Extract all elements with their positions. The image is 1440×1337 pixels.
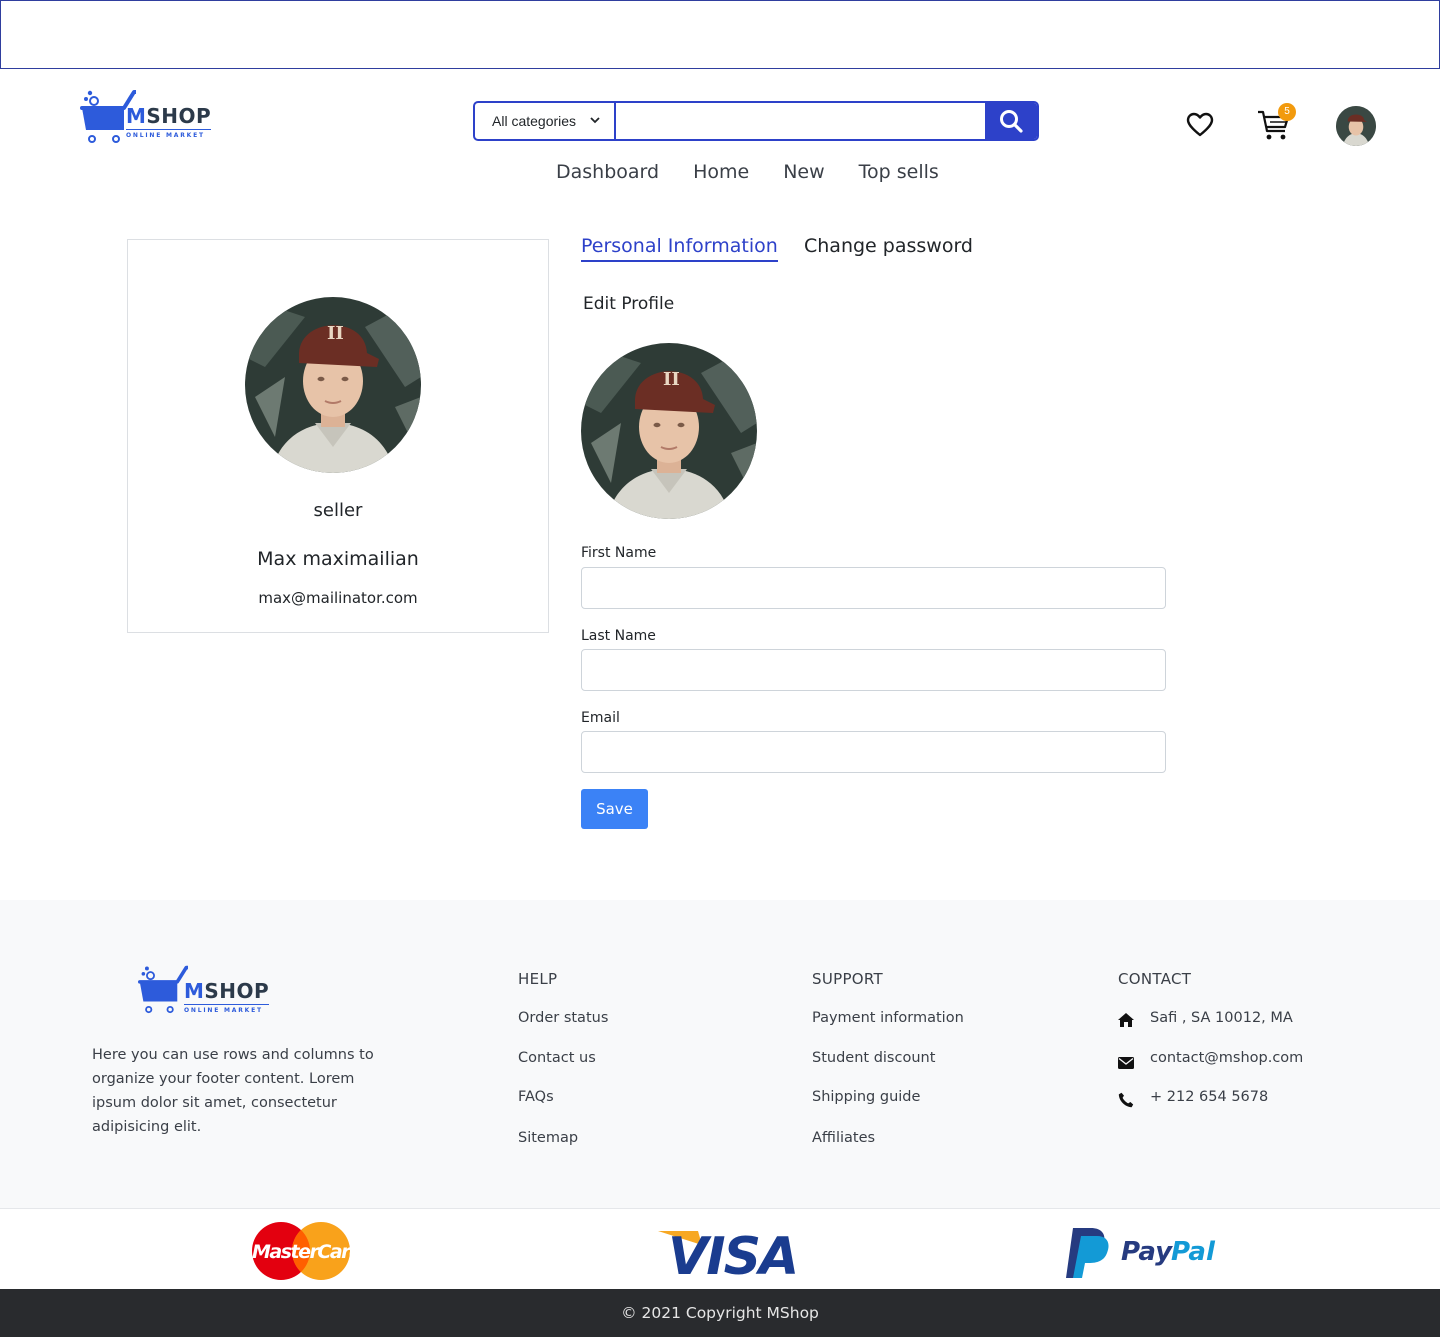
profile-role: seller bbox=[313, 500, 363, 521]
profile-name: Max maximailian bbox=[257, 548, 419, 570]
user-avatar[interactable] bbox=[1336, 106, 1376, 146]
edit-profile-title: Edit Profile bbox=[583, 294, 675, 314]
payment-methods: MasterCard VISA Pay Pal bbox=[0, 1208, 1440, 1289]
svg-text:II: II bbox=[327, 323, 344, 344]
visa-wordmark: VISA bbox=[668, 1227, 797, 1279]
category-select[interactable]: All categories bbox=[475, 103, 616, 139]
envelope-icon bbox=[1118, 1054, 1134, 1070]
avatar-photo bbox=[1336, 106, 1376, 146]
nav-item-new[interactable]: New bbox=[783, 160, 824, 184]
footer-link-contact-us[interactable]: Contact us bbox=[518, 1050, 596, 1066]
chevron-down-icon bbox=[590, 116, 600, 127]
phone-icon bbox=[1118, 1092, 1134, 1108]
nav-item-top-sells[interactable]: Top sells bbox=[859, 160, 939, 184]
header-logo[interactable]: MSHOP ONLINE MARKET bbox=[80, 88, 212, 143]
contact-address: Safi , SA 10012, MA bbox=[1150, 1010, 1293, 1026]
footer-link-payment-information[interactable]: Payment information bbox=[812, 1010, 964, 1026]
footer-help-title: HELP bbox=[518, 970, 558, 988]
search-bar: All categories bbox=[473, 101, 1039, 141]
footer-link-shipping-guide[interactable]: Shipping guide bbox=[812, 1089, 920, 1105]
main-nav: Dashboard Home New Top sells bbox=[556, 160, 973, 184]
profile-photo: II bbox=[245, 297, 421, 473]
profile-card: II seller Max maximailian max@mailinator… bbox=[127, 239, 549, 633]
profile-email: max@mailinator.com bbox=[258, 589, 418, 607]
brand-name: MSHOP bbox=[126, 104, 211, 128]
svg-text:II: II bbox=[663, 369, 680, 390]
first-name-field[interactable] bbox=[581, 567, 1166, 609]
tab-change-password[interactable]: Change password bbox=[804, 234, 973, 258]
footer-link-order-status[interactable]: Order status bbox=[518, 1010, 608, 1026]
brand-tagline: ONLINE MARKET bbox=[126, 129, 212, 139]
contact-phone: + 212 654 5678 bbox=[1150, 1089, 1269, 1105]
brand-name-rest: SHOP bbox=[146, 104, 212, 128]
search-button[interactable] bbox=[985, 103, 1037, 139]
last-name-label: Last Name bbox=[581, 628, 656, 644]
email-field[interactable] bbox=[581, 731, 1166, 773]
cart-count-badge: 5 bbox=[1278, 103, 1296, 121]
last-name-field[interactable] bbox=[581, 649, 1166, 691]
category-select-value: All categories bbox=[492, 113, 577, 129]
tab-personal-information[interactable]: Personal Information bbox=[581, 234, 778, 262]
copyright-bar: © 2021 Copyright MShop bbox=[0, 1289, 1440, 1337]
nav-item-dashboard[interactable]: Dashboard bbox=[556, 160, 659, 184]
contact-email-link[interactable]: contact@mshop.com bbox=[1150, 1050, 1303, 1066]
paypal-wordmark-pay: Pay bbox=[1121, 1237, 1173, 1267]
cart-logo-icon bbox=[138, 963, 192, 1017]
home-icon bbox=[1118, 1012, 1134, 1028]
edit-profile-photo: II bbox=[581, 343, 757, 519]
visa-logo: VISA bbox=[658, 1227, 799, 1287]
footer-link-faqs[interactable]: FAQs bbox=[518, 1089, 554, 1105]
footer-brand-name: MSHOP bbox=[184, 979, 269, 1003]
email-label: Email bbox=[581, 710, 620, 726]
footer-about-text: Here you can use rows and columns to org… bbox=[92, 1047, 374, 1135]
footer-link-sitemap[interactable]: Sitemap bbox=[518, 1130, 578, 1146]
mastercard-logo: MasterCard bbox=[248, 1221, 365, 1281]
footer-contact-title: CONTACT bbox=[1118, 970, 1192, 988]
footer-logo[interactable]: MSHOP ONLINE MARKET bbox=[138, 963, 270, 1017]
search-icon bbox=[1000, 110, 1023, 133]
brand-wordmark: MSHOP ONLINE MARKET bbox=[126, 88, 212, 139]
top-banner bbox=[0, 0, 1440, 69]
save-button[interactable]: Save bbox=[581, 789, 648, 829]
first-name-label: First Name bbox=[581, 545, 657, 561]
footer-brand-wordmark: MSHOP ONLINE MARKET bbox=[184, 963, 270, 1014]
paypal-logo: Pay Pal bbox=[1065, 1226, 1219, 1280]
search-input[interactable] bbox=[616, 103, 985, 139]
mastercard-wordmark: MasterCard bbox=[252, 1241, 354, 1263]
footer-brand-tagline: ONLINE MARKET bbox=[184, 1004, 270, 1014]
heart-icon bbox=[1186, 112, 1214, 137]
paypal-wordmark-pal: Pal bbox=[1171, 1237, 1216, 1267]
edit-profile-avatar[interactable]: II bbox=[581, 343, 757, 519]
profile-avatar: II bbox=[245, 297, 421, 473]
cart-logo-icon bbox=[80, 88, 140, 143]
footer-support-title: SUPPORT bbox=[812, 970, 883, 988]
wishlist-button[interactable] bbox=[1186, 112, 1214, 142]
nav-item-home[interactable]: Home bbox=[693, 160, 749, 184]
footer-brand-name-rest: SHOP bbox=[204, 979, 270, 1003]
footer-link-student-discount[interactable]: Student discount bbox=[812, 1050, 935, 1066]
footer-link-affiliates[interactable]: Affiliates bbox=[812, 1130, 875, 1146]
